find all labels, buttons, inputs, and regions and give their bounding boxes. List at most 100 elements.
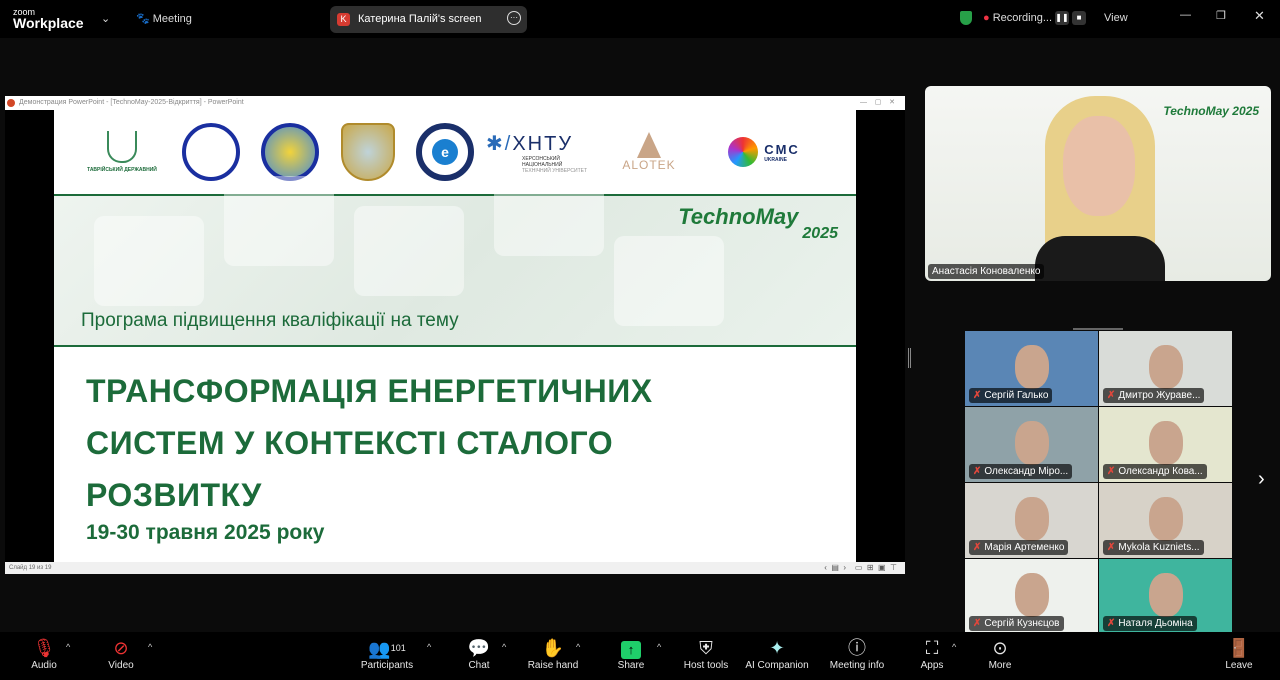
minimize-button[interactable]: —: [1180, 9, 1191, 21]
view-button[interactable]: View: [1104, 12, 1128, 24]
next-page-arrow[interactable]: ›: [1258, 468, 1265, 491]
chat-button[interactable]: 💬 Chat: [462, 636, 496, 671]
shared-screen: Демонстрация PowerPoint - [TechnoMay-202…: [5, 96, 905, 574]
screen-share-indicator[interactable]: K Катерина Палій's screen ···: [330, 6, 527, 33]
participant-tile[interactable]: ✗ Марія Артеменко: [965, 483, 1098, 558]
participant-video: [1148, 421, 1183, 465]
raise-hand-button[interactable]: ✋ Raise hand: [526, 636, 580, 671]
participant-name: ✗ Олександр Міро...: [969, 464, 1073, 479]
video-off-icon: ⊘: [113, 638, 129, 658]
participant-name: ✗ Марія Артеменко: [969, 540, 1069, 555]
chat-caret[interactable]: ^: [502, 642, 506, 652]
zoom-logo: Workplace: [13, 15, 84, 31]
leave-door-icon: 🚪: [1227, 638, 1251, 658]
hand-icon: ✋: [541, 638, 565, 658]
meeting-menu[interactable]: 🐾 Meeting: [136, 12, 192, 25]
mic-muted-icon: ✗: [1107, 390, 1116, 401]
participant-tile[interactable]: ✗ Mykola Kuzniets...: [1099, 483, 1232, 558]
logo-text: ALOTEK: [622, 158, 676, 172]
participants-count: 101: [390, 643, 406, 653]
participant-video: [1148, 573, 1183, 617]
share-button[interactable]: ↑ Share: [614, 636, 648, 671]
leave-button[interactable]: 🚪 Leave: [1222, 636, 1256, 671]
mic-muted-icon: ✗: [973, 466, 982, 477]
participants-caret[interactable]: ^: [427, 642, 431, 652]
speaker-face: [1063, 116, 1135, 216]
close-button[interactable]: ✕: [1254, 8, 1265, 24]
participant-tile[interactable]: ✗ Олександр Кова...: [1099, 407, 1232, 482]
mic-muted-icon: ✗: [1107, 466, 1116, 477]
ai-companion-label: AI Companion: [745, 660, 809, 671]
people-circle-icon: [728, 137, 759, 167]
raise-hand-label: Raise hand: [527, 660, 579, 671]
slide-nav-controls[interactable]: ‹ ▤ › ▭ ⊞ ▣ ⊤: [824, 562, 897, 574]
gallery-drag-handle[interactable]: [1073, 328, 1123, 330]
window-title: Демонстрация PowerPoint - [TechnoMay-202…: [19, 99, 244, 106]
reactions-caret[interactable]: ^: [576, 642, 580, 652]
participant-tile[interactable]: ✗ Наталя Дьоміна: [1099, 559, 1232, 634]
meeting-label: Meeting: [152, 13, 192, 25]
mic-muted-icon: ✗: [973, 390, 982, 401]
active-speaker-video[interactable]: TechnoMay 2025 Анастасія Коноваленко: [925, 86, 1271, 281]
pause-recording-icon[interactable]: ❚❚: [1055, 11, 1069, 25]
more-icon: ⊙: [992, 638, 1008, 658]
participant-tile[interactable]: ✗ Сергій Галько: [965, 331, 1098, 406]
leave-label: Leave: [1225, 660, 1253, 671]
mic-muted-icon: ✗: [973, 542, 982, 553]
slide: ТАВРІЙСЬКИЙ ДЕРЖАВНИЙ e ✱/ХНТУ ХЕРСОНСЬК…: [54, 110, 856, 562]
host-tools-button[interactable]: ⛨ Host tools: [680, 636, 732, 671]
participant-name: ✗ Дмитро Журавe...: [1103, 388, 1205, 403]
logo-tavria: ТАВРІЙСЬКИЙ ДЕРЖАВНИЙ: [82, 122, 162, 182]
title-line: СИСТЕМ У КОНТЕКСТІ СТАЛОГО: [86, 425, 614, 461]
slide-title: ТРАНСФОРМАЦІЯ ЕНЕРГЕТИЧНИХ СИСТЕМ У КОНТ…: [86, 365, 653, 521]
slide-subtitle: Програма підвищення кваліфікації на тему: [81, 310, 459, 331]
meeting-info-button[interactable]: ⓘ Meeting info: [824, 636, 890, 671]
powerpoint-icon: [7, 99, 15, 107]
share-label: Share: [617, 660, 645, 671]
slide-banner: TechnoMay2025 Програма підвищення кваліф…: [54, 166, 856, 347]
powerpoint-status-bar: Слайд 19 из 19 ‹ ▤ › ▭ ⊞ ▣ ⊤: [5, 562, 905, 574]
shield-icon: ⛨: [699, 638, 713, 658]
video-label: Video: [108, 660, 134, 671]
ai-companion-button[interactable]: ✦ AI Companion: [742, 636, 812, 671]
more-button[interactable]: ⊙ More: [984, 636, 1016, 671]
recording-label: Recording...: [992, 12, 1053, 24]
mic-muted-icon: 🎙: [32, 638, 56, 658]
chevron-down-icon[interactable]: ⌄: [101, 12, 110, 25]
participants-label: Participants: [360, 660, 414, 671]
recording-status[interactable]: ● Recording...: [983, 12, 1052, 24]
audio-options-caret[interactable]: ^: [66, 642, 70, 652]
mic-muted-icon: ✗: [1107, 542, 1116, 553]
logo-text: ✱/ХНТУ: [486, 132, 574, 155]
participant-video: [1014, 345, 1049, 389]
logo-text: ТАВРІЙСЬКИЙ ДЕРЖАВНИЙ: [87, 167, 157, 173]
participants-button[interactable]: 👥101 Participants: [358, 636, 416, 671]
title-line: РОЗВИТКУ: [86, 477, 262, 513]
stop-recording-icon[interactable]: ■: [1072, 11, 1086, 25]
logo-shield: [337, 122, 399, 182]
participant-name: ✗ Mykola Kuzniets...: [1103, 540, 1204, 555]
apps-button[interactable]: ⛶ Apps: [916, 636, 948, 671]
meeting-toolbar: 🎙 Audio ^ ⊘ Video ^ 👥101 Participants ^ 💬 Ch…: [0, 632, 1280, 680]
sharer-avatar: K: [337, 13, 350, 26]
apps-caret[interactable]: ^: [952, 642, 956, 652]
mic-muted-icon: ✗: [973, 618, 982, 629]
leaf-icon: [107, 131, 137, 163]
chat-label: Chat: [468, 660, 490, 671]
paw-icon: 🐾: [136, 13, 150, 25]
window-controls: — ▢ ✕: [859, 99, 895, 106]
participant-name: ✗ Сергій Галько: [969, 388, 1053, 403]
participant-tile[interactable]: ✗ Сергій Кузнєцов: [965, 559, 1098, 634]
video-options-caret[interactable]: ^: [148, 642, 152, 652]
shield-check-icon[interactable]: [960, 11, 972, 25]
participant-tile[interactable]: ✗ Дмитро Журавe...: [1099, 331, 1232, 406]
video-button[interactable]: ⊘ Video: [104, 636, 138, 671]
audio-button[interactable]: 🎙 Audio: [28, 636, 60, 671]
share-caret[interactable]: ^: [657, 642, 661, 652]
chat-icon: 💬: [467, 638, 491, 658]
resize-handle[interactable]: [908, 348, 911, 368]
maximize-button[interactable]: ❐: [1216, 9, 1226, 22]
more-options-icon[interactable]: ···: [507, 11, 521, 25]
participant-tile[interactable]: ✗ Олександр Міро...: [965, 407, 1098, 482]
slide-counter: Слайд 19 из 19: [9, 565, 52, 571]
